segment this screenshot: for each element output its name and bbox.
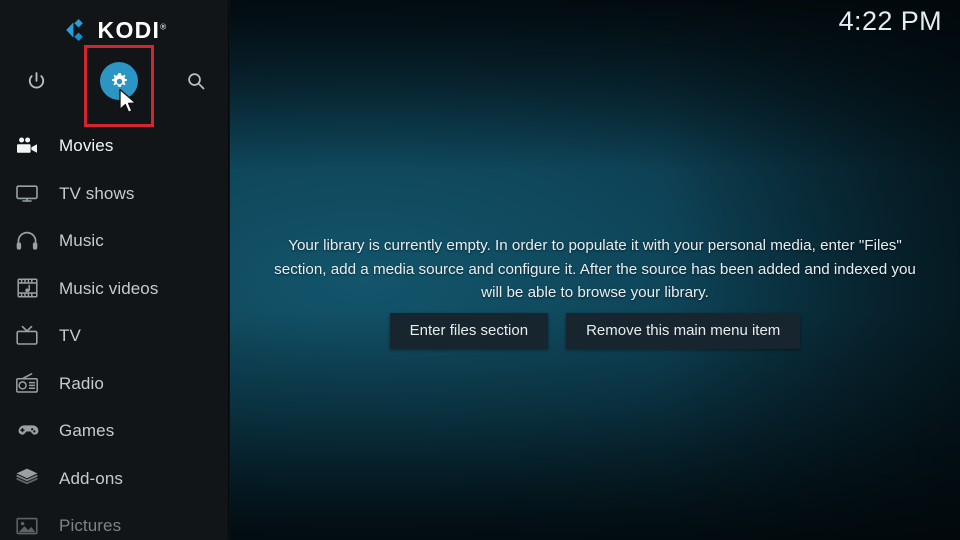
sidebar-item-label: Music videos: [59, 278, 159, 298]
sidebar-item-tv[interactable]: TV: [0, 312, 230, 360]
search-button[interactable]: [173, 58, 219, 104]
addon-box-icon: [10, 463, 44, 493]
sidebar-item-label: Add-ons: [59, 468, 124, 488]
radio-icon: [10, 368, 44, 398]
gamepad-icon: [10, 416, 44, 446]
settings-button[interactable]: [96, 58, 142, 104]
sidebar-item-label: Movies: [59, 136, 114, 156]
sidebar-item-tv-shows[interactable]: TV shows: [0, 170, 230, 218]
gear-icon: [111, 72, 127, 87]
power-icon: [28, 71, 44, 88]
settings-button-circle: [100, 62, 138, 100]
app-logo-text: KODI®: [97, 16, 168, 43]
app-name: KODI: [97, 16, 161, 43]
sidebar-item-label: Pictures: [59, 516, 122, 536]
television-icon: [10, 178, 44, 208]
sidebar-item-add-ons[interactable]: Add-ons: [0, 455, 230, 503]
sidebar-item-label: TV shows: [59, 183, 135, 203]
sidebar-item-movies[interactable]: Movies: [0, 122, 230, 170]
clock: 4:22 PM: [838, 6, 942, 36]
sidebar-item-pictures[interactable]: Pictures: [0, 502, 230, 540]
sidebar-item-label: Radio: [59, 373, 104, 393]
sidebar-item-label: TV: [59, 326, 81, 346]
movie-camera-icon: [10, 131, 44, 161]
main-content-panel: Your library is currently empty. In orde…: [230, 0, 960, 540]
app-logo: KODI®: [0, 12, 230, 48]
headphones-icon: [10, 226, 44, 256]
enter-files-section-button[interactable]: Enter files section: [389, 313, 549, 349]
sidebar-item-label: Games: [59, 421, 115, 441]
action-button-row: Enter files section Remove this main men…: [230, 313, 960, 349]
main-menu: Movies TV shows Music Music videos TV Ra…: [0, 122, 230, 540]
sidebar-top-icon-row: [0, 58, 230, 104]
sidebar: KODI® Movies TV shows Music Music videos…: [0, 0, 230, 540]
tv-antenna-icon: [10, 321, 44, 351]
picture-icon: [10, 511, 44, 540]
trademark-symbol: ®: [160, 21, 168, 31]
film-note-icon: [10, 273, 44, 303]
remove-main-menu-item-button[interactable]: Remove this main menu item: [566, 313, 801, 349]
magnifier-icon: [188, 73, 205, 90]
empty-library-message: Your library is currently empty. In orde…: [274, 237, 916, 301]
sidebar-item-games[interactable]: Games: [0, 407, 230, 455]
sidebar-item-music[interactable]: Music: [0, 217, 230, 265]
sidebar-item-label: Music: [59, 231, 104, 251]
kodi-home-screen: Your library is currently empty. In orde…: [0, 0, 960, 540]
power-button[interactable]: [13, 58, 59, 104]
sidebar-item-music-videos[interactable]: Music videos: [0, 265, 230, 313]
kodi-logo-icon: [65, 18, 83, 42]
sidebar-item-radio[interactable]: Radio: [0, 360, 230, 408]
